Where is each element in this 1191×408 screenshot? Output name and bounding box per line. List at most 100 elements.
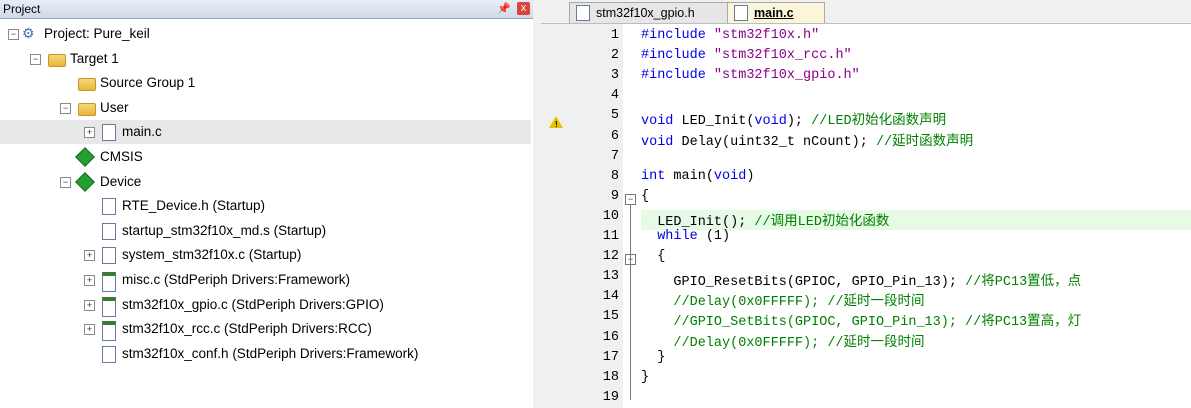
tree-item[interactable]: CMSIS xyxy=(0,145,531,169)
collapse-icon[interactable]: − xyxy=(8,29,19,40)
code-line[interactable]: //Delay(0x0FFFFF); //延时一段时间 xyxy=(641,330,924,351)
folder-icon xyxy=(78,78,96,92)
tab-label: main.c xyxy=(754,6,794,20)
tree-item[interactable]: − User xyxy=(0,96,531,120)
project-icon: ⚙ xyxy=(22,25,35,41)
line-number: 2 xyxy=(610,48,619,64)
tree-item-label: misc.c (StdPeriph Drivers:Framework) xyxy=(122,272,351,287)
tab-label: stm32f10x_gpio.h xyxy=(596,6,695,20)
target-icon xyxy=(48,53,66,67)
expand-icon[interactable]: + xyxy=(84,324,95,336)
warning-mark: ! xyxy=(555,120,558,129)
tree-item-label: Project: Pure_keil xyxy=(44,26,150,41)
tree-item[interactable]: stm32f10x_conf.h (StdPeriph Drivers:Fram… xyxy=(0,342,531,366)
code-editor[interactable]: ! 1 #include "stm32f10x.h" 2 #include "stm3… xyxy=(541,24,1191,408)
project-pane-title-label: Project xyxy=(3,2,41,16)
line-number: 12 xyxy=(602,249,619,265)
tree-item-label: Source Group 1 xyxy=(100,75,196,91)
line-number: 15 xyxy=(602,309,619,325)
collapse-icon[interactable]: − xyxy=(60,102,71,114)
code-line[interactable]: GPIO_ResetBits(GPIOC, GPIO_Pin_13); //将P… xyxy=(641,269,1081,290)
code-line[interactable]: { xyxy=(641,189,649,204)
code-line[interactable]: { xyxy=(641,249,665,264)
tree-item-label: main.c xyxy=(122,124,162,140)
config-file-icon xyxy=(102,272,116,292)
expand-icon[interactable]: + xyxy=(84,250,95,262)
line-number: 1 xyxy=(610,28,619,43)
code-line[interactable]: while (1) xyxy=(641,229,730,244)
tree-item-label: startup_stm32f10x_md.s (Startup) xyxy=(122,222,327,238)
line-number: 19 xyxy=(602,389,619,405)
line-number: 17 xyxy=(602,349,619,365)
code-line[interactable]: int main(void) xyxy=(641,169,754,184)
tree-item[interactable]: + misc.c (StdPeriph Drivers:Framework) xyxy=(0,268,531,292)
code-line[interactable]: LED_Init(); //调用LED初始化函数 xyxy=(641,209,889,230)
code-line[interactable]: //GPIO_SetBits(GPIOC, GPIO_Pin_13); //将P… xyxy=(641,309,1081,330)
expand-icon[interactable]: + xyxy=(84,275,95,286)
line-number: 7 xyxy=(610,148,619,164)
green-diamond-icon xyxy=(75,171,95,192)
close-icon[interactable]: x xyxy=(517,2,530,15)
line-number: 16 xyxy=(602,329,619,345)
tree-item-label: stm32f10x_rcc.c (StdPeriph Drivers:RCC) xyxy=(122,321,372,337)
pane-splitter[interactable] xyxy=(533,0,541,408)
tree-item[interactable]: + main.c xyxy=(0,120,531,145)
tree-item-label: Device xyxy=(100,173,142,189)
collapse-icon[interactable]: − xyxy=(60,176,71,188)
line-number: 5 xyxy=(610,108,619,124)
pin-icon[interactable]: 📌 xyxy=(497,2,511,15)
tree-item[interactable]: + stm32f10x_rcc.c (StdPeriph Drivers:RCC) xyxy=(0,317,531,342)
tree-item[interactable]: Source Group 1 xyxy=(0,71,531,95)
code-line[interactable]: #include "stm32f10x.h" xyxy=(641,28,819,43)
tree-item-label: Target 1 xyxy=(70,50,119,66)
expand-icon[interactable]: + xyxy=(84,127,95,139)
tree-item[interactable]: + system_stm32f10x.c (Startup) xyxy=(0,243,531,267)
line-number: 18 xyxy=(602,369,619,385)
tree-item-label: RTE_Device.h (Startup) xyxy=(122,198,266,214)
line-number: 11 xyxy=(602,229,619,244)
file-icon xyxy=(102,345,116,363)
tree-item-label: system_stm32f10x.c (Startup) xyxy=(122,247,302,263)
tree-item-label: stm32f10x_conf.h (StdPeriph Drivers:Fram… xyxy=(122,345,419,361)
header-file-icon xyxy=(576,5,590,21)
tab-stm32f10x-gpio-h[interactable]: stm32f10x_gpio.h xyxy=(569,2,729,23)
line-number: 9 xyxy=(610,188,619,204)
code-line[interactable]: } xyxy=(641,370,649,385)
line-number: 4 xyxy=(610,88,619,104)
tree-item-label: stm32f10x_gpio.c (StdPeriph Drivers:GPIO… xyxy=(122,296,384,312)
line-number: 6 xyxy=(610,128,619,144)
folder-icon xyxy=(78,102,96,116)
project-pane: Project 📌 x − ⚙ Project: Pure_keil − Target … xyxy=(0,0,534,408)
line-number: 3 xyxy=(610,68,619,84)
code-line[interactable]: #include "stm32f10x_rcc.h" xyxy=(641,48,852,63)
tree-item-label: User xyxy=(100,99,129,115)
config-file-icon xyxy=(102,321,116,342)
c-file-icon xyxy=(734,5,748,21)
tree-item[interactable]: + stm32f10x_gpio.c (StdPeriph Drivers:GPI… xyxy=(0,293,531,317)
line-number: 13 xyxy=(602,269,619,285)
code-line[interactable]: //Delay(0x0FFFFF); //延时一段时间 xyxy=(641,289,924,310)
code-line[interactable]: void LED_Init(void); //LED初始化函数声明 xyxy=(641,108,946,129)
tree-item-label: CMSIS xyxy=(100,149,143,164)
tree-item[interactable]: RTE_Device.h (Startup) xyxy=(0,194,531,218)
tree-item[interactable]: − Target 1 xyxy=(0,47,531,71)
line-number: 14 xyxy=(602,289,619,305)
tree-item[interactable]: − ⚙ Project: Pure_keil xyxy=(0,22,531,46)
tab-main-c[interactable]: main.c xyxy=(727,2,825,23)
fold-toggle-icon[interactable]: − xyxy=(625,193,636,205)
tree-item[interactable]: − Device xyxy=(0,170,531,194)
code-line[interactable]: void Delay(uint32_t nCount); //延时函数声明 xyxy=(641,129,973,150)
green-diamond-icon xyxy=(75,147,95,167)
code-line[interactable]: } xyxy=(641,350,665,365)
expand-icon[interactable]: + xyxy=(84,299,95,311)
collapse-icon[interactable]: − xyxy=(30,53,41,65)
file-icon xyxy=(102,247,116,265)
code-line[interactable]: #include "stm32f10x_gpio.h" xyxy=(641,68,860,83)
project-pane-title: Project 📌 x xyxy=(0,0,533,19)
file-icon xyxy=(102,198,116,216)
fold-guide xyxy=(630,204,631,400)
line-number: 10 xyxy=(602,208,619,224)
file-icon xyxy=(102,222,116,240)
config-file-icon xyxy=(102,296,116,317)
tree-item[interactable]: startup_stm32f10x_md.s (Startup) xyxy=(0,219,531,243)
